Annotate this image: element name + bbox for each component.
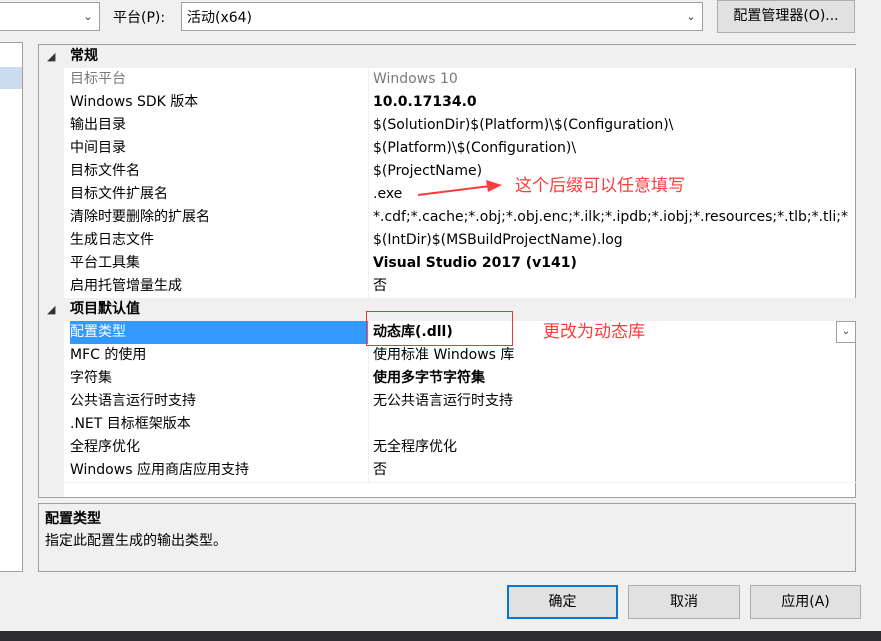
platform-combo-value: 活动(x64) (187, 10, 253, 26)
property-name: 配置类型 (70, 321, 369, 344)
property-name: 全程序优化 (70, 439, 140, 455)
description-panel: 配置类型 指定此配置生成的输出类型。 (38, 503, 856, 572)
property-value: 无公共语言运行时支持 (373, 393, 513, 409)
description-title: 配置类型 (45, 511, 101, 527)
divider (368, 252, 369, 275)
property-name: 目标平台 (70, 71, 126, 87)
background-window-strip (0, 631, 881, 641)
property-name: Windows 应用商店应用支持 (70, 462, 249, 478)
cancel-button[interactable]: 取消 (628, 585, 740, 619)
divider (368, 459, 369, 482)
annotation-arrow-icon (417, 180, 502, 196)
divider (368, 436, 369, 459)
divider (368, 114, 369, 137)
property-name: 字符集 (70, 370, 112, 386)
annotation-extension-note: 这个后缀可以任意填写 (515, 176, 685, 196)
divider (368, 137, 369, 160)
collapse-icon[interactable]: ◢ (47, 298, 55, 321)
chevron-down-icon[interactable]: ⌄ (81, 10, 95, 24)
property-row[interactable]: 清除时要删除的扩展名 *.cdf;*.cache;*.obj;*.obj.enc… (64, 206, 856, 229)
grid-bottom-rule (39, 482, 856, 483)
configuration-combo[interactable]: ⌄ (0, 2, 100, 31)
property-row[interactable]: 输出目录 $(SolutionDir)$(Platform)\$(Configu… (64, 114, 856, 137)
divider (368, 275, 369, 298)
divider (368, 390, 369, 413)
config-manager-button[interactable]: 配置管理器(O)... (717, 0, 855, 33)
property-value: 使用标准 Windows 库 (373, 347, 515, 363)
platform-label: 平台(P): (113, 10, 166, 26)
property-name: MFC 的使用 (70, 347, 147, 363)
property-name: Windows SDK 版本 (70, 94, 199, 110)
property-value (373, 413, 856, 436)
divider (368, 344, 369, 367)
property-value: 使用多字节字符集 (373, 370, 485, 386)
property-name: 目标文件扩展名 (70, 186, 168, 202)
property-value: $(IntDir)$(MSBuildProjectName).log (373, 232, 623, 248)
chevron-down-icon[interactable]: ⌄ (684, 10, 698, 24)
property-row[interactable]: 公共语言运行时支持 无公共语言运行时支持 (64, 390, 856, 413)
property-row[interactable]: MFC 的使用 使用标准 Windows 库 (64, 344, 856, 367)
property-value: $(Platform)\$(Configuration)\ (373, 140, 577, 156)
property-tree-panel[interactable] (0, 42, 23, 572)
property-row[interactable]: .NET 目标框架版本 (64, 413, 856, 436)
property-name: 输出目录 (70, 117, 126, 133)
property-name: 生成日志文件 (70, 232, 154, 248)
property-value: 10.0.17134.0 (373, 94, 477, 110)
divider (368, 229, 369, 252)
property-row[interactable]: Windows SDK 版本 10.0.17134.0 (64, 91, 856, 114)
divider (368, 91, 369, 114)
property-value: Visual Studio 2017 (v141) (373, 255, 577, 271)
divider (368, 206, 369, 229)
property-name: 平台工具集 (70, 255, 140, 271)
property-value: $(SolutionDir)$(Platform)\$(Configuratio… (373, 117, 674, 133)
property-name: .NET 目标框架版本 (70, 416, 191, 432)
property-name: 公共语言运行时支持 (70, 393, 196, 409)
collapse-icon[interactable]: ◢ (47, 45, 55, 68)
description-text: 指定此配置生成的输出类型。 (45, 533, 227, 549)
divider (368, 68, 369, 91)
property-grid[interactable]: ◢ 常规 目标平台 Windows 10 Windows SDK 版本 10.0… (38, 44, 856, 498)
property-value: 否 (373, 278, 387, 294)
property-value: 否 (373, 462, 387, 478)
category-title: 常规 (70, 48, 98, 64)
property-value: *.cdf;*.cache;*.obj;*.obj.enc;*.ilk;*.ip… (373, 209, 849, 225)
category-title: 项目默认值 (70, 301, 140, 317)
property-row[interactable]: 生成日志文件 $(IntDir)$(MSBuildProjectName).lo… (64, 229, 856, 252)
property-name: 清除时要删除的扩展名 (70, 209, 210, 225)
property-row[interactable]: Windows 应用商店应用支持 否 (64, 459, 856, 482)
annotation-highlight-box (366, 311, 513, 346)
property-row[interactable]: 启用托管增量生成 否 (64, 275, 856, 298)
grid-gutter (39, 45, 64, 497)
property-row[interactable]: 目标平台 Windows 10 (64, 68, 856, 91)
platform-combo[interactable]: 活动(x64) ⌄ (181, 2, 703, 31)
divider (368, 183, 369, 206)
divider (368, 160, 369, 183)
property-name: 目标文件名 (70, 163, 140, 179)
divider (368, 367, 369, 390)
annotation-config-type-note: 更改为动态库 (543, 322, 645, 342)
category-general[interactable]: ◢ 常规 (39, 45, 856, 68)
divider (368, 413, 369, 436)
property-row[interactable]: 中间目录 $(Platform)\$(Configuration)\ (64, 137, 856, 160)
property-name: 中间目录 (70, 140, 126, 156)
tree-selected-item[interactable] (0, 67, 22, 89)
apply-button[interactable]: 应用(A) (750, 585, 861, 619)
property-row[interactable]: 全程序优化 无全程序优化 (64, 436, 856, 459)
property-value: Windows 10 (373, 71, 458, 87)
chevron-down-icon[interactable]: ⌄ (836, 321, 856, 343)
property-row[interactable]: 字符集 使用多字节字符集 (64, 367, 856, 390)
ok-button[interactable]: 确定 (507, 585, 618, 619)
property-value: 无全程序优化 (373, 439, 457, 455)
property-row[interactable]: 平台工具集 Visual Studio 2017 (v141) (64, 252, 856, 275)
property-name: 启用托管增量生成 (70, 278, 182, 294)
